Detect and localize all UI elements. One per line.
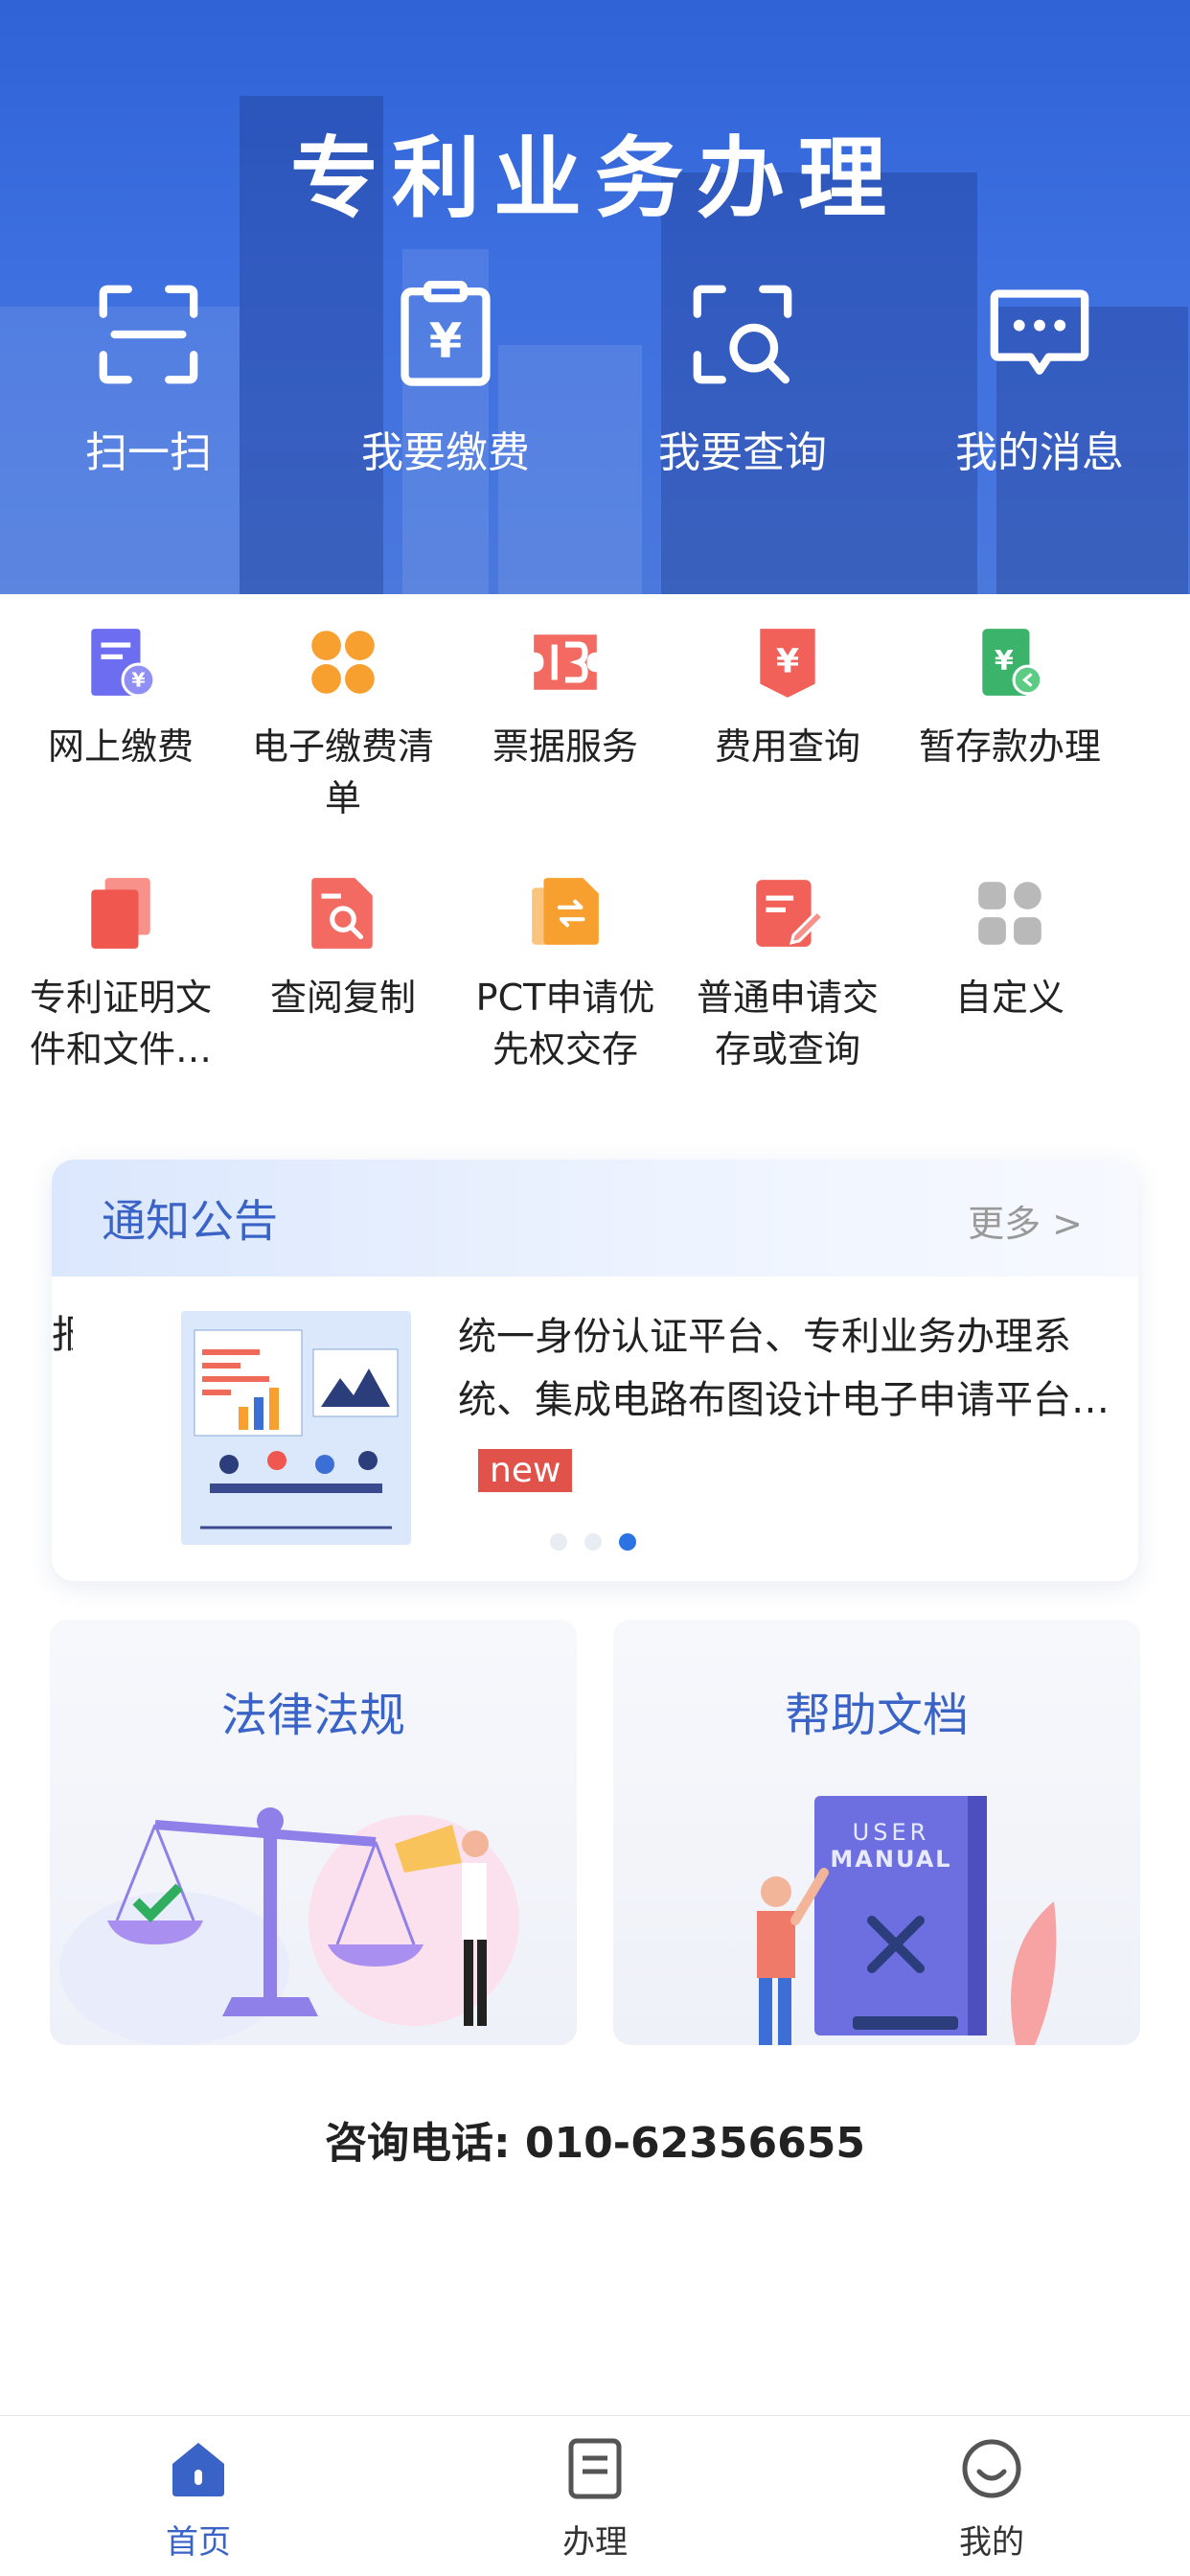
service-ticket[interactable]: 票据服务 [454, 623, 676, 824]
pay-label: 我要缴费 [361, 428, 530, 477]
tab-mine[interactable]: 我的 [793, 2416, 1190, 2576]
tab-label: 办理 [562, 2523, 628, 2562]
notice-more-link[interactable]: 更多 > [968, 1194, 1083, 1247]
svg-text:¥: ¥ [776, 642, 799, 680]
service-label: PCT申请优先权交存 [475, 977, 655, 1070]
search-query-icon [693, 285, 792, 384]
service-label: 查阅复制 [269, 977, 416, 1019]
service-row: ¥ 网上缴费 电子缴费清单 票据服务 ¥ 费用查询 ¥ 暂存款办理 [0, 623, 1190, 824]
service-label: 自定义 [954, 977, 1064, 1019]
file-exchange-icon [532, 878, 599, 945]
carousel-dot-active[interactable] [619, 1533, 636, 1551]
svg-text:¥: ¥ [995, 644, 1014, 677]
service-grid: ¥ 网上缴费 电子缴费清单 票据服务 ¥ 费用查询 ¥ 暂存款办理 专利证明文件… [0, 623, 1190, 1075]
service-fee-query[interactable]: ¥ 费用查询 [676, 623, 899, 824]
carousel-dot[interactable] [550, 1533, 567, 1551]
svg-text:¥: ¥ [429, 313, 462, 369]
service-consult-copy[interactable]: 查阅复制 [232, 874, 454, 1075]
service-label: 网上缴费 [47, 725, 194, 768]
service-label: 票据服务 [492, 725, 638, 768]
service-row: 专利证明文件和文件… 查阅复制 PCT申请优先权交存 普通申请交存或查询 自定义 [0, 874, 1190, 1075]
service-e-payment-list[interactable]: 电子缴费清单 [232, 623, 454, 824]
ticket-icon [534, 634, 597, 690]
clover-list-icon [311, 631, 375, 694]
carousel-dot[interactable] [584, 1533, 602, 1551]
pay-button[interactable]: ¥ 我要缴费 [297, 278, 594, 479]
new-badge: new [478, 1449, 573, 1492]
svg-text:USER: USER [853, 1819, 930, 1846]
tab-handle[interactable]: 办理 [397, 2416, 793, 2576]
laws-title: 法律法规 [220, 1689, 405, 1742]
scales-justice-illustration [59, 1807, 519, 2045]
edit-document-icon [756, 880, 826, 947]
smile-profile-icon [962, 2439, 1021, 2498]
page-title: 专利业务办理 [289, 127, 900, 230]
scan-icon [99, 285, 198, 384]
service-pct-priority[interactable]: PCT申请优先权交存 [454, 874, 676, 1075]
tab-label: 我的 [959, 2523, 1024, 2562]
user-manual-illustration: USER MANUAL [757, 1796, 1057, 2045]
query-label: 我要查询 [658, 428, 827, 477]
tab-label: 首页 [166, 2523, 231, 2562]
bottom-tab-bar: 首页 办理 我的 [0, 2415, 1190, 2576]
service-label: 暂存款办理 [918, 725, 1101, 768]
service-label: 费用查询 [714, 725, 860, 768]
service-patent-documents[interactable]: 专利证明文件和文件… [10, 874, 232, 1075]
file-search-icon [311, 878, 373, 949]
service-label: 普通申请交存或查询 [696, 977, 879, 1070]
documents-icon [91, 878, 150, 949]
messages-button[interactable]: 我的消息 [891, 278, 1188, 479]
svg-text:¥: ¥ [131, 669, 146, 692]
service-label: 专利证明文件和文件… [29, 977, 212, 1070]
notice-title: 通知公告 [102, 1195, 278, 1247]
messages-label: 我的消息 [955, 428, 1124, 477]
document-icon [568, 2438, 622, 2499]
carousel-dots [550, 1533, 636, 1551]
svg-text:MANUAL: MANUAL [830, 1846, 951, 1873]
scan-button[interactable]: 扫一扫 [0, 278, 297, 479]
fee-query-icon: ¥ [760, 629, 815, 698]
scan-label: 扫一扫 [85, 428, 212, 477]
service-customize[interactable]: 自定义 [899, 874, 1121, 1075]
service-deposit[interactable]: ¥ 暂存款办理 [899, 623, 1121, 824]
consult-phone[interactable]: 咨询电话: 010-62356655 [0, 2108, 1190, 2170]
query-button[interactable]: 我要查询 [594, 278, 891, 479]
message-bubble-icon [990, 289, 1089, 375]
notice-headline[interactable]: 统一身份认证平台、专利业务办理系统、集成电路布图设计电子申请平台… [458, 1305, 1129, 1432]
help-title: 帮助文档 [784, 1689, 969, 1742]
tab-home[interactable]: 首页 [0, 2416, 397, 2576]
hero-actions: 扫一扫 ¥ 我要缴费 我要查询 我的消息 [0, 278, 1190, 479]
deposit-icon: ¥ [982, 629, 1043, 696]
home-icon [172, 2443, 224, 2496]
service-online-payment[interactable]: ¥ 网上缴费 [10, 623, 232, 824]
grid-custom-icon [978, 882, 1041, 945]
notice-card: 通知公告 更多 > 报 统一身份认证平台、专利业务办理系统、集成电路布图设计电子… [52, 1160, 1138, 1581]
service-normal-application[interactable]: 普通申请交存或查询 [676, 874, 899, 1075]
notice-header: 通知公告 更多 > [52, 1160, 1138, 1276]
laws-regulations-card[interactable]: 法律法规 [50, 1620, 577, 2045]
meeting-illustration [194, 1329, 399, 1530]
service-label: 电子缴费清单 [251, 725, 434, 819]
payment-clipboard-icon: ¥ [400, 280, 491, 386]
notice-thumbnail[interactable] [181, 1311, 411, 1545]
help-docs-card[interactable]: 帮助文档 USER MANUAL [613, 1620, 1140, 2045]
notice-previous-fragment: 报 [52, 1313, 73, 1357]
online-payment-icon: ¥ [91, 629, 156, 698]
hero-banner: 专利业务办理 扫一扫 ¥ 我要缴费 我要查询 我的消息 [0, 0, 1190, 594]
